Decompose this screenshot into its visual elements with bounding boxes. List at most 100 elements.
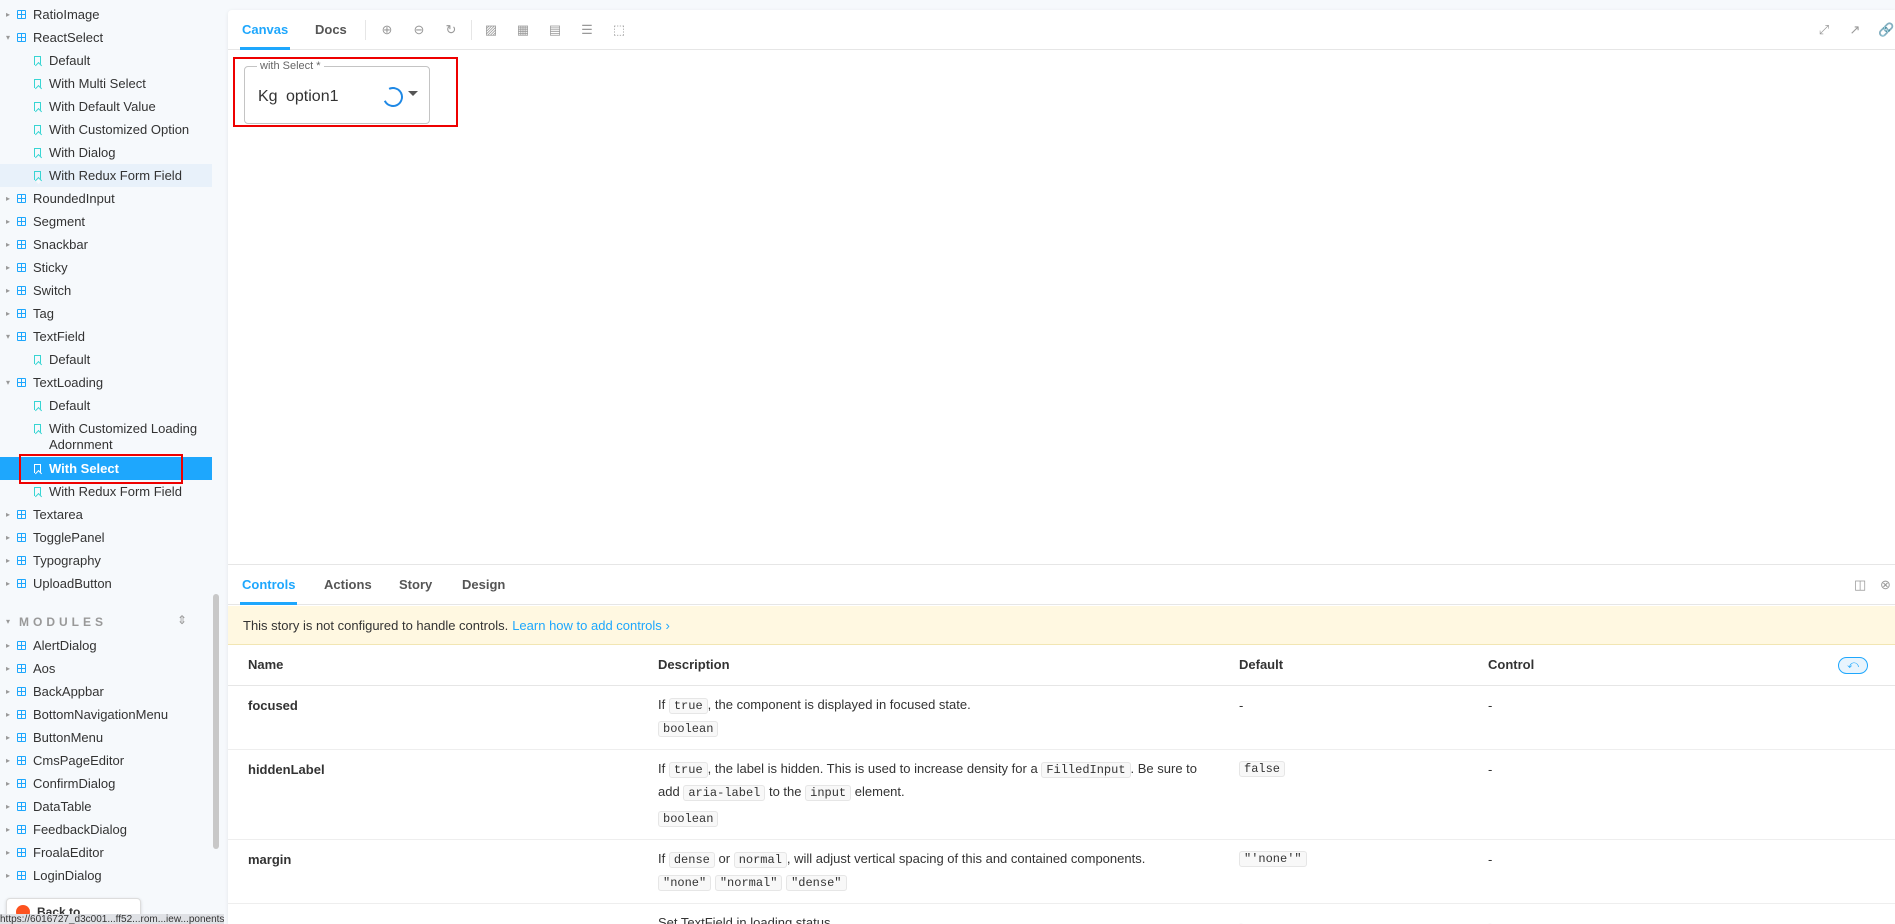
tab-canvas[interactable]: Canvas <box>239 10 291 50</box>
chevron-down-icon: ▾ <box>6 378 11 387</box>
component-icon <box>17 286 26 295</box>
sidebar-scrollbar[interactable] <box>213 594 219 849</box>
sidebar-story-item[interactable]: With Dialog <box>0 141 212 164</box>
modules-title: MODULES <box>19 615 107 629</box>
prop-default: false <box>1239 760 1286 777</box>
column-header-description: Description <box>658 657 730 672</box>
sidebar-component-item[interactable]: ▸ Snackbar <box>0 233 212 256</box>
sidebar-component-item[interactable]: ▸ TogglePanel <box>0 526 212 549</box>
background-icon[interactable]: ▨ <box>483 22 499 38</box>
tab-controls[interactable]: Controls <box>239 565 298 605</box>
sidebar-module-item[interactable]: ▸ ButtonMenu <box>0 726 212 749</box>
expand-all-icon[interactable]: ⇕ <box>177 613 187 627</box>
chevron-right-icon: ▸ <box>6 733 11 742</box>
open-new-tab-icon[interactable]: ↗ <box>1847 22 1863 38</box>
learn-controls-link[interactable]: Learn how to add controls › <box>512 618 670 633</box>
table-row: hiddenLabel If true, the label is hidden… <box>228 750 1895 840</box>
measure-icon[interactable]: ☰ <box>579 22 595 38</box>
prop-control: - <box>1488 762 1493 777</box>
sidebar-module-item[interactable]: ▸ FeedbackDialog <box>0 818 212 841</box>
viewport-icon[interactable]: ▤ <box>547 22 563 38</box>
modules-section-header[interactable]: ▾ MODULES ⇕ <box>0 611 212 633</box>
field-value: option1 <box>286 88 339 105</box>
field-label: with Select * <box>257 60 324 72</box>
sidebar-item-label: Aos <box>33 661 56 676</box>
component-icon <box>17 848 26 857</box>
tab-design[interactable]: Design <box>462 565 505 605</box>
desc-code: FilledInput <box>1041 762 1131 778</box>
sidebar-component-item[interactable]: ▾ TextField <box>0 325 212 348</box>
outline-icon[interactable]: ⬚ <box>611 22 627 38</box>
table-row: Set TextField in loading status - - <box>228 904 1895 924</box>
sidebar-story-item[interactable]: With Customized Option <box>0 118 212 141</box>
chevron-right-icon: ▸ <box>6 556 11 565</box>
sidebar-component-item[interactable]: ▸ Sticky <box>0 256 212 279</box>
chevron-right-icon: ▸ <box>6 871 11 880</box>
prop-name: margin <box>248 852 292 867</box>
component-icon <box>17 664 26 673</box>
desc-text: If <box>658 761 666 776</box>
sidebar-component-item[interactable]: ▸ UploadButton <box>0 572 212 595</box>
sidebar-module-item[interactable]: ▸ Aos <box>0 657 212 680</box>
sidebar-module-item[interactable]: ▸ LoginDialog <box>0 864 212 887</box>
notice-text: This story is not configured to handle c… <box>243 618 509 633</box>
sidebar-module-item[interactable]: ▸ ConfirmDialog <box>0 772 212 795</box>
toolbar-divider <box>471 20 472 40</box>
sidebar-story-item[interactable]: Default <box>0 49 212 72</box>
copy-link-icon[interactable]: 🔗 <box>1878 22 1894 38</box>
sidebar-item-label: CmsPageEditor <box>33 753 125 768</box>
fullscreen-icon[interactable]: ⤢ <box>1816 22 1832 38</box>
component-icon <box>17 33 26 42</box>
sidebar-component-item[interactable]: ▾ ReactSelect <box>0 26 212 49</box>
prop-name: focused <box>248 698 298 713</box>
sidebar-story-item[interactable]: With Multi Select <box>0 72 212 95</box>
chevron-down-icon[interactable] <box>408 91 418 96</box>
column-header-control: Control <box>1488 657 1535 672</box>
component-icon <box>17 871 26 880</box>
sidebar-module-item[interactable]: ▸ BottomNavigationMenu <box>0 703 212 726</box>
sidebar-story-item[interactable]: With Redux Form Field <box>0 164 212 187</box>
chevron-right-icon: ▸ <box>6 641 11 650</box>
field-adornment: Kg <box>258 88 278 105</box>
chevron-right-icon: ▸ <box>6 710 11 719</box>
sidebar-component-item[interactable]: ▸ Switch <box>0 279 212 302</box>
sidebar-item-label: ReactSelect <box>33 30 104 45</box>
sidebar-component-item[interactable]: ▸ Textarea <box>0 503 212 526</box>
loading-select-field[interactable]: with Select * Kg option1 <box>244 60 430 124</box>
component-icon <box>17 378 26 387</box>
sidebar-component-item[interactable]: ▸ RatioImage <box>0 3 212 26</box>
component-icon <box>17 240 26 249</box>
tab-docs[interactable]: Docs <box>315 10 347 50</box>
sidebar-module-item[interactable]: ▸ DataTable <box>0 795 212 818</box>
desc-text: Set TextField in loading status <box>658 915 831 924</box>
sidebar-item-label: Tag <box>33 306 54 321</box>
tab-story[interactable]: Story <box>399 565 432 605</box>
chevron-down-icon: ▾ <box>6 33 11 42</box>
sidebar-story-item[interactable]: Default <box>0 348 212 371</box>
zoom-reset-icon[interactable]: ↻ <box>443 22 459 38</box>
component-icon <box>17 510 26 519</box>
sidebar-item-label: Snackbar <box>33 237 88 252</box>
sidebar-story-item[interactable]: With Customized Loading Adornment <box>0 417 212 457</box>
sidebar-item-label: FroalaEditor <box>33 845 104 860</box>
grid-icon[interactable]: ▦ <box>515 22 531 38</box>
sidebar-module-item[interactable]: ▸ AlertDialog <box>0 634 212 657</box>
close-panel-icon[interactable]: ⊗ <box>1880 577 1891 593</box>
tab-actions[interactable]: Actions <box>324 565 372 605</box>
main-panel: Canvas Docs ⊕ ⊖ ↻ ▨ ▦ ▤ ☰ ⬚ ⤢ ↗ 🔗 with S… <box>228 10 1895 924</box>
bookmark-icon <box>34 125 41 134</box>
sidebar-story-item[interactable]: Default <box>0 394 212 417</box>
sidebar-component-item[interactable]: ▸ Segment <box>0 210 212 233</box>
panel-orientation-icon[interactable]: ◫ <box>1854 577 1866 593</box>
sidebar-module-item[interactable]: ▸ CmsPageEditor <box>0 749 212 772</box>
sidebar-module-item[interactable]: ▸ FroalaEditor <box>0 841 212 864</box>
sidebar-component-item[interactable]: ▸ Typography <box>0 549 212 572</box>
sidebar-story-item[interactable]: With Default Value <box>0 95 212 118</box>
sidebar-component-item[interactable]: ▾ TextLoading <box>0 371 212 394</box>
sidebar-module-item[interactable]: ▸ BackAppbar <box>0 680 212 703</box>
sidebar-component-item[interactable]: ▸ Tag <box>0 302 212 325</box>
zoom-in-icon[interactable]: ⊕ <box>379 22 395 38</box>
zoom-out-icon[interactable]: ⊖ <box>411 22 427 38</box>
reset-controls-button[interactable]: ⤺ <box>1838 657 1868 674</box>
sidebar-component-item[interactable]: ▸ RoundedInput <box>0 187 212 210</box>
